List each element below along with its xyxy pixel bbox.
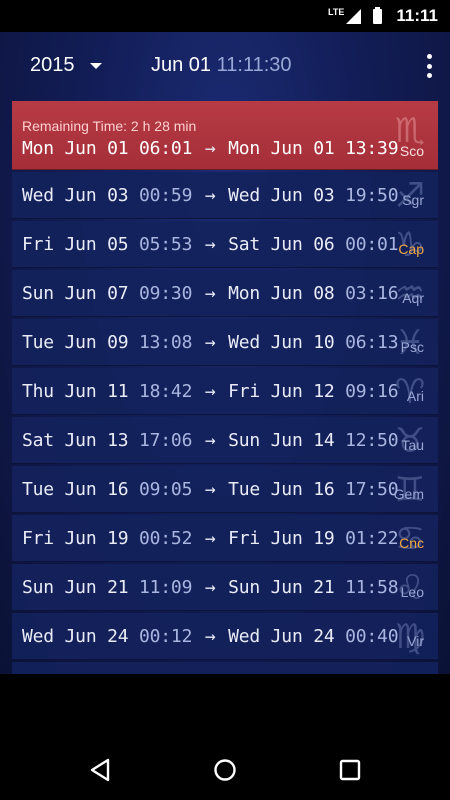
current-datetime: Jun 01 11:11:30	[151, 54, 292, 77]
sign-label: Sgr	[402, 192, 424, 208]
list-item-active[interactable]: Remaining Time: 2 h 28 min ♏ Mon Jun 01 …	[12, 101, 438, 170]
home-circle-icon[interactable]	[211, 756, 239, 784]
list-item[interactable]: ♍ Wed Jun 24 00:12 → Wed Jun 24 00:40 Vi…	[12, 613, 438, 660]
list-item[interactable]: ♓ Tue Jun 09 13:08 → Wed Jun 10 06:13 Ps…	[12, 319, 438, 366]
chevron-down-icon	[89, 62, 102, 69]
year-dropdown[interactable]: 2015	[30, 54, 102, 77]
date-range: Sat Jun 13 17:06 → Sun Jun 14 12:50	[22, 430, 399, 451]
sign-label: Cnc	[399, 535, 424, 551]
date-range: Sun Jun 21 11:09 → Sun Jun 21 11:58	[22, 577, 399, 598]
status-bar: LTE 11:11	[0, 0, 450, 32]
back-triangle-icon[interactable]	[86, 756, 114, 784]
date-range: Tue Jun 16 09:05 → Tue Jun 16 17:50	[22, 479, 399, 500]
remaining-time: Remaining Time: 2 h 28 min	[22, 118, 197, 134]
list-item[interactable]: ♋ Fri Jun 19 00:52 → Fri Jun 19 01:22 Cn…	[12, 515, 438, 562]
list-item[interactable]: ♊ Tue Jun 16 09:05 → Tue Jun 16 17:50 Ge…	[12, 466, 438, 513]
sign-label: Vir	[407, 633, 424, 649]
moon-sign-list: Remaining Time: 2 h 28 min ♏ Mon Jun 01 …	[12, 101, 438, 674]
sign-label: Cap	[398, 241, 424, 257]
toolbar: 2015 Jun 01 11:11:30	[0, 32, 450, 102]
date-range: Thu Jun 11 18:42 → Fri Jun 12 09:16	[22, 381, 399, 402]
recents-square-icon[interactable]	[336, 756, 364, 784]
sign-label: Psc	[400, 339, 424, 355]
current-time: 11:11:30	[216, 54, 292, 76]
sign-label: Aqr	[402, 290, 424, 306]
date-range: Sun Jun 07 09:30 → Mon Jun 08 03:16	[22, 283, 399, 304]
list-item[interactable]: ♐ Wed Jun 03 00:59 → Wed Jun 03 19:50 Sg…	[12, 172, 438, 219]
list-item[interactable]: ♒ Sun Jun 07 09:30 → Mon Jun 08 03:16 Aq…	[12, 270, 438, 317]
year-value: 2015	[30, 54, 75, 76]
battery-icon	[373, 6, 383, 24]
overflow-menu-icon[interactable]	[424, 54, 434, 78]
date-range: Fri Jun 19 00:52 → Fri Jun 19 01:22	[22, 528, 399, 549]
list-item[interactable]: ♑ Fri Jun 05 05:53 → Sat Jun 06 00:01 Ca…	[12, 221, 438, 268]
date-range: Wed Jun 24 00:12 → Wed Jun 24 00:40	[22, 626, 399, 647]
list-item-partial[interactable]	[12, 662, 438, 674]
current-date: Jun 01	[151, 54, 212, 76]
date-range: Mon Jun 01 06:01 → Mon Jun 01 13:39	[22, 138, 399, 159]
sign-label: Sco	[399, 143, 424, 159]
date-range: Tue Jun 09 13:08 → Wed Jun 10 06:13	[22, 332, 399, 353]
signal-icon	[346, 8, 362, 24]
sign-label: Tau	[401, 437, 424, 453]
list-item[interactable]: ♉ Sat Jun 13 17:06 → Sun Jun 14 12:50 Ta…	[12, 417, 438, 464]
lte-indicator: LTE	[328, 7, 345, 17]
list-item[interactable]: ♌ Sun Jun 21 11:09 → Sun Jun 21 11:58 Le…	[12, 564, 438, 611]
app-screen: 2015 Jun 01 11:11:30 Remaining Time: 2 h…	[0, 32, 450, 674]
status-time: 11:11	[396, 6, 438, 25]
list-item[interactable]: ♈ Thu Jun 11 18:42 → Fri Jun 12 09:16 Ar…	[12, 368, 438, 415]
navigation-bar	[0, 736, 450, 800]
sign-label: Leo	[400, 584, 424, 600]
date-range: Fri Jun 05 05:53 → Sat Jun 06 00:01	[22, 234, 399, 255]
sign-label: Ari	[406, 388, 424, 404]
sign-label: Gem	[393, 486, 424, 502]
date-range: Wed Jun 03 00:59 → Wed Jun 03 19:50	[22, 185, 399, 206]
